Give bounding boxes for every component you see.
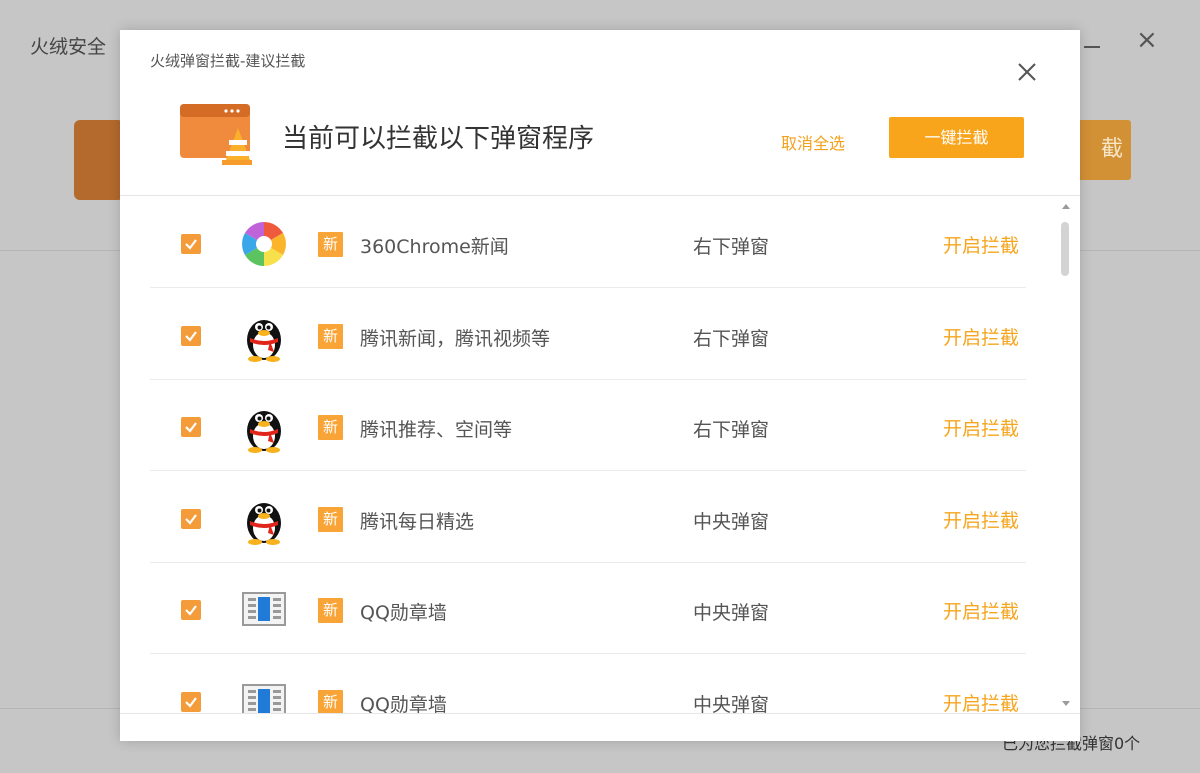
item-checkbox[interactable] [181, 600, 201, 620]
list-item: 新 360Chrome新闻 右下弹窗 开启拦截 [150, 196, 1026, 288]
program-name: 360Chrome新闻 [360, 236, 509, 258]
dialog-close-button[interactable] [1013, 58, 1041, 86]
new-badge: 新 [318, 506, 343, 532]
popup-window-icon [180, 104, 252, 166]
qq-wall-icon [238, 676, 290, 713]
qq-penguin-icon [238, 310, 290, 362]
popup-type: 右下弹窗 [693, 327, 770, 350]
list-item: 新腾讯每日精选 中央弹窗 开启拦截 [150, 471, 1026, 563]
program-name: QQ勋章墙 [360, 693, 447, 714]
item-checkbox[interactable] [181, 508, 201, 529]
block-all-button[interactable]: 一键拦截 [889, 117, 1024, 158]
popup-type: 中央弹窗 [693, 602, 770, 624]
scroll-up-arrow-icon[interactable] [1062, 204, 1070, 209]
program-name: 腾讯推荐、空间等 [360, 419, 513, 441]
close-icon [1018, 63, 1036, 81]
enable-block-link[interactable]: 开启拦截 [943, 689, 1019, 714]
dialog-title: 火绒弹窗拦截-建议拦截 [150, 52, 306, 70]
new-badge: 新 [318, 232, 343, 257]
popup-type: 右下弹窗 [693, 419, 770, 441]
qq-penguin-icon [238, 401, 290, 453]
item-checkbox[interactable] [181, 234, 201, 254]
popup-type: 中央弹窗 [693, 510, 770, 533]
new-badge: 新 [318, 415, 343, 440]
popup-block-dialog: 火绒弹窗拦截-建议拦截 当前可以拦截以下弹窗程序 取消全选 一键拦截 新 360C… [120, 30, 1080, 741]
popup-type: 中央弹窗 [693, 693, 770, 714]
list-item: 新 QQ勋章墙 中央弹窗 开启拦截 [150, 562, 1026, 654]
deselect-all-link[interactable]: 取消全选 [781, 130, 845, 154]
list-item: 新腾讯推荐、空间等 右下弹窗 开启拦截 [150, 379, 1026, 471]
close-icon[interactable]: × [1136, 27, 1158, 53]
enable-block-link[interactable]: 开启拦截 [943, 231, 1019, 258]
minimize-icon[interactable] [1082, 30, 1102, 50]
list-item: 新 QQ勋章墙 中央弹窗 开启拦截 [150, 654, 1026, 714]
background-app-title: 火绒安全 [30, 36, 107, 58]
360chrome-icon [238, 218, 290, 270]
popup-program-list: 新 360Chrome新闻 右下弹窗 开启拦截新腾讯新闻，腾讯视频等 右下弹窗 开启拦截新… [120, 196, 1080, 713]
scrollbar[interactable] [1058, 200, 1072, 710]
enable-block-link[interactable]: 开启拦截 [943, 323, 1019, 350]
item-checkbox[interactable] [181, 325, 201, 346]
new-badge: 新 [318, 689, 343, 713]
popup-type: 右下弹窗 [693, 236, 770, 258]
program-name: QQ勋章墙 [360, 602, 447, 624]
divider [120, 713, 1080, 714]
item-checkbox[interactable] [181, 691, 201, 712]
enable-block-link[interactable]: 开启拦截 [943, 506, 1019, 533]
background-app-icon [74, 120, 124, 200]
list-item: 新腾讯新闻，腾讯视频等 右下弹窗 开启拦截 [150, 288, 1026, 380]
new-badge: 新 [318, 323, 343, 349]
dialog-heading: 当前可以拦截以下弹窗程序 [282, 124, 595, 154]
enable-block-link[interactable]: 开启拦截 [943, 414, 1019, 441]
item-checkbox[interactable] [181, 417, 201, 437]
qq-wall-icon [238, 584, 290, 636]
scrollbar-thumb[interactable] [1061, 222, 1069, 276]
enable-block-link[interactable]: 开启拦截 [943, 597, 1019, 624]
scroll-down-arrow-icon[interactable] [1062, 701, 1070, 706]
program-name: 腾讯每日精选 [360, 510, 475, 533]
new-badge: 新 [318, 598, 343, 623]
qq-penguin-icon [238, 493, 290, 545]
program-name: 腾讯新闻，腾讯视频等 [360, 327, 551, 350]
